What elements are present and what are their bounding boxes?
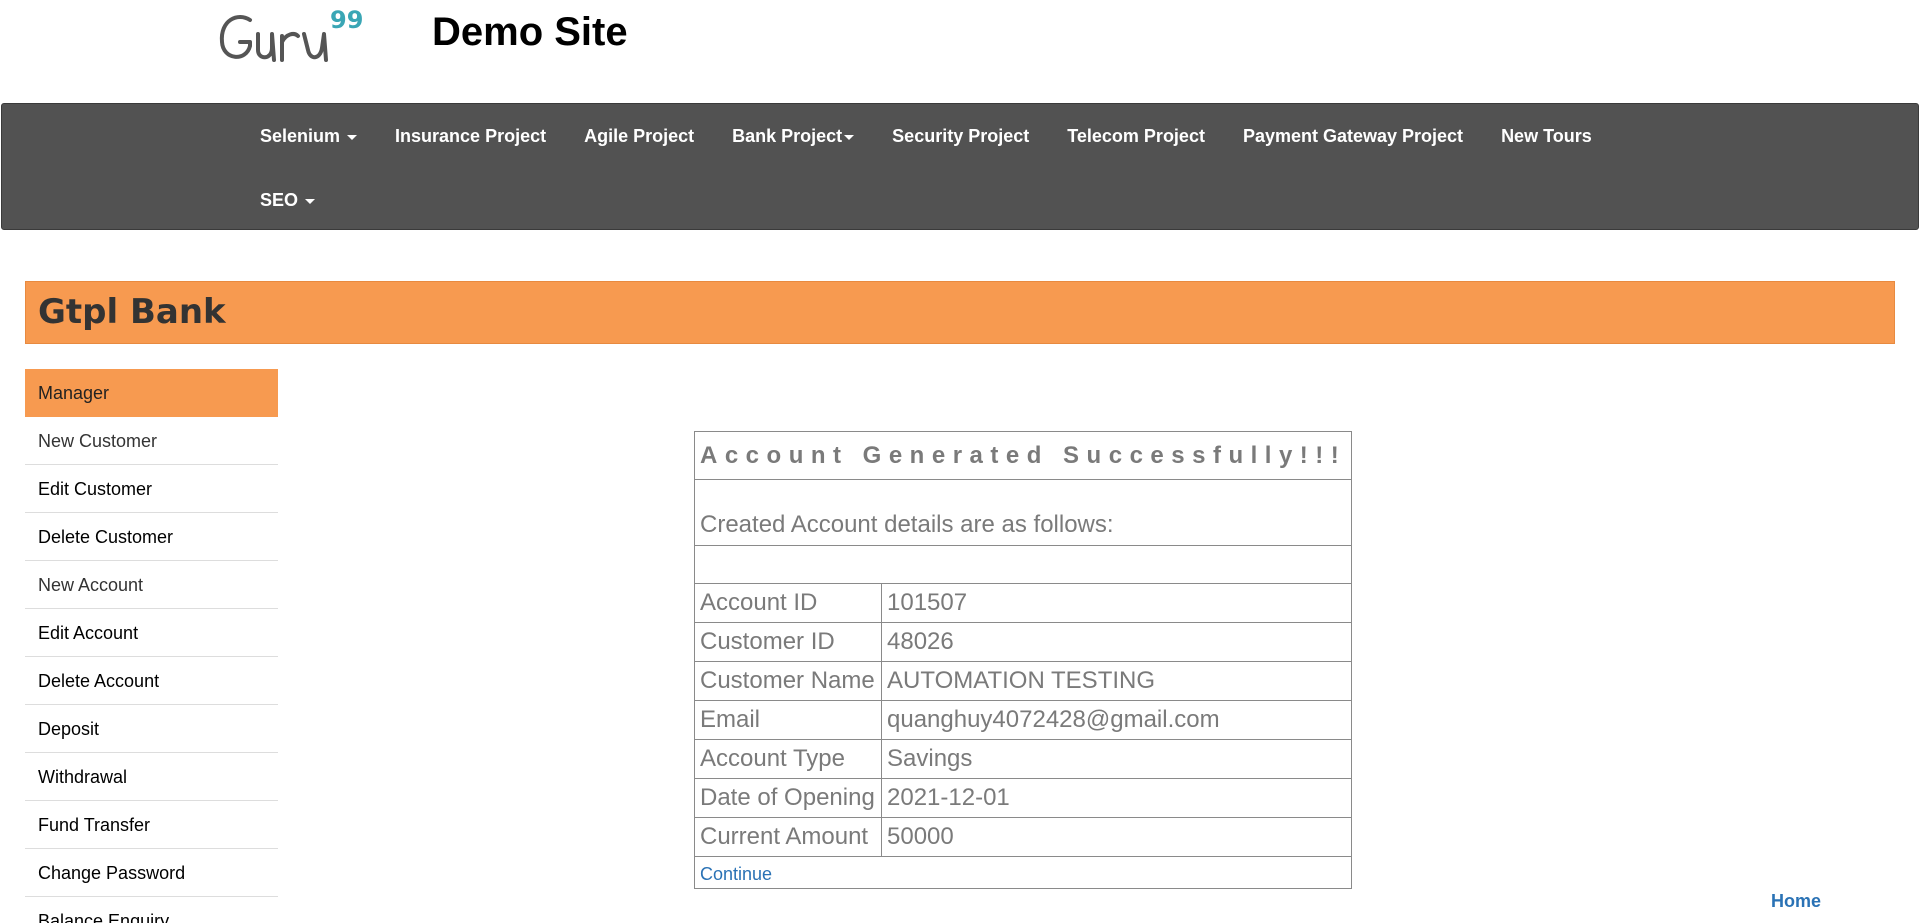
sidebar-item-manager[interactable]: Manager [25, 369, 278, 417]
nav-label: Selenium [260, 125, 341, 146]
nav-label: Agile Project [584, 125, 695, 146]
nav-row-primary: Selenium Insurance Project Agile Project… [260, 116, 1630, 156]
nav-insurance-project[interactable]: Insurance Project [395, 126, 546, 147]
nav-payment-gateway-project[interactable]: Payment Gateway Project [1243, 126, 1463, 147]
site-title: Demo Site [432, 10, 628, 54]
email-label: Email [694, 700, 882, 740]
current-amount-label: Current Amount [694, 817, 882, 857]
blank-cell [693, 545, 1353, 584]
success-message: Account Generated Successfully!!! [693, 431, 1353, 480]
bank-title: Gtpl Bank [38, 292, 226, 332]
sidebar-item-edit-customer[interactable]: Edit Customer [25, 465, 278, 513]
continue-row: Continue [693, 856, 1353, 889]
date-of-opening-label: Date of Opening [694, 778, 882, 818]
nav-label: Insurance Project [395, 125, 547, 146]
top-navbar: Selenium Insurance Project Agile Project… [1, 103, 1919, 230]
customer-name-value: AUTOMATION TESTING [880, 661, 1353, 701]
sidebar-item-edit-account[interactable]: Edit Account [25, 609, 278, 657]
caret-down-icon [844, 134, 855, 140]
nav-label: SEO [260, 189, 299, 210]
table-row: Account ID 101507 [694, 583, 1353, 623]
table-row: Current Amount 50000 [694, 817, 1353, 857]
table-row: Email quanghuy4072428@gmail.com [694, 700, 1353, 740]
sidebar-item-deposit[interactable]: Deposit [25, 705, 278, 753]
nav-label: Security Project [892, 125, 1030, 146]
nav-label: Bank Project [732, 125, 843, 146]
home-link[interactable]: Home [1771, 891, 1821, 912]
customer-id-label: Customer ID [694, 622, 882, 662]
guru99-logo[interactable]: 99 [216, 6, 366, 68]
table-row: Account Type Savings [694, 739, 1353, 779]
date-of-opening-value: 2021-12-01 [880, 778, 1353, 818]
account-result-table: Account Generated Successfully!!! Create… [693, 431, 1353, 889]
nav-new-tours[interactable]: New Tours [1501, 126, 1592, 147]
caret-down-icon [347, 134, 358, 140]
success-row: Account Generated Successfully!!! [693, 431, 1353, 480]
sidebar-item-delete-customer[interactable]: Delete Customer [25, 513, 278, 561]
logo-sup: 99 [330, 6, 363, 34]
nav-bank-project[interactable]: Bank Project [732, 125, 855, 147]
blank-row [693, 545, 1353, 584]
nav-label: Payment Gateway Project [1242, 125, 1464, 146]
customer-name-label: Customer Name [694, 661, 882, 701]
sidebar-item-withdrawal[interactable]: Withdrawal [25, 753, 278, 801]
sidebar-item-new-customer[interactable]: New Customer [25, 417, 278, 465]
nav-security-project[interactable]: Security Project [892, 126, 1029, 147]
email-value: quanghuy4072428@gmail.com [880, 700, 1353, 740]
account-type-label: Account Type [694, 739, 882, 779]
nav-selenium[interactable]: Selenium [260, 125, 358, 147]
continue-link[interactable]: Continue [700, 864, 772, 884]
nav-row-secondary: SEO [260, 180, 353, 220]
nav-seo[interactable]: SEO [260, 189, 316, 211]
nav-label: Telecom Project [1067, 125, 1205, 146]
account-id-value: 101507 [880, 583, 1353, 623]
account-id-label: Account ID [694, 583, 882, 623]
customer-id-value: 48026 [880, 622, 1353, 662]
sidebar-item-fund-transfer[interactable]: Fund Transfer [25, 801, 278, 849]
table-row: Customer Name AUTOMATION TESTING [694, 661, 1353, 701]
nav-telecom-project[interactable]: Telecom Project [1067, 126, 1205, 147]
current-amount-value: 50000 [880, 817, 1353, 857]
page: 99 Demo Site Selenium Insurance Project … [0, 0, 1920, 923]
nav-agile-project[interactable]: Agile Project [584, 126, 694, 147]
sidebar-menu: Manager New Customer Edit Customer Delet… [25, 369, 278, 923]
continue-cell: Continue [693, 856, 1353, 889]
nav-label: New Tours [1501, 125, 1592, 146]
sidebar-item-balance-enquiry[interactable]: Balance Enquiry [25, 897, 278, 923]
account-type-value: Savings [880, 739, 1353, 779]
details-heading-row: Created Account details are as follows: [693, 479, 1353, 546]
bank-header: Gtpl Bank [25, 281, 1895, 344]
details-heading: Created Account details are as follows: [693, 479, 1353, 546]
sidebar-item-new-account[interactable]: New Account [25, 561, 278, 609]
sidebar-item-change-password[interactable]: Change Password [25, 849, 278, 897]
table-row: Date of Opening 2021-12-01 [694, 778, 1353, 818]
sidebar-item-delete-account[interactable]: Delete Account [25, 657, 278, 705]
caret-down-icon [305, 198, 316, 204]
table-row: Customer ID 48026 [694, 622, 1353, 662]
